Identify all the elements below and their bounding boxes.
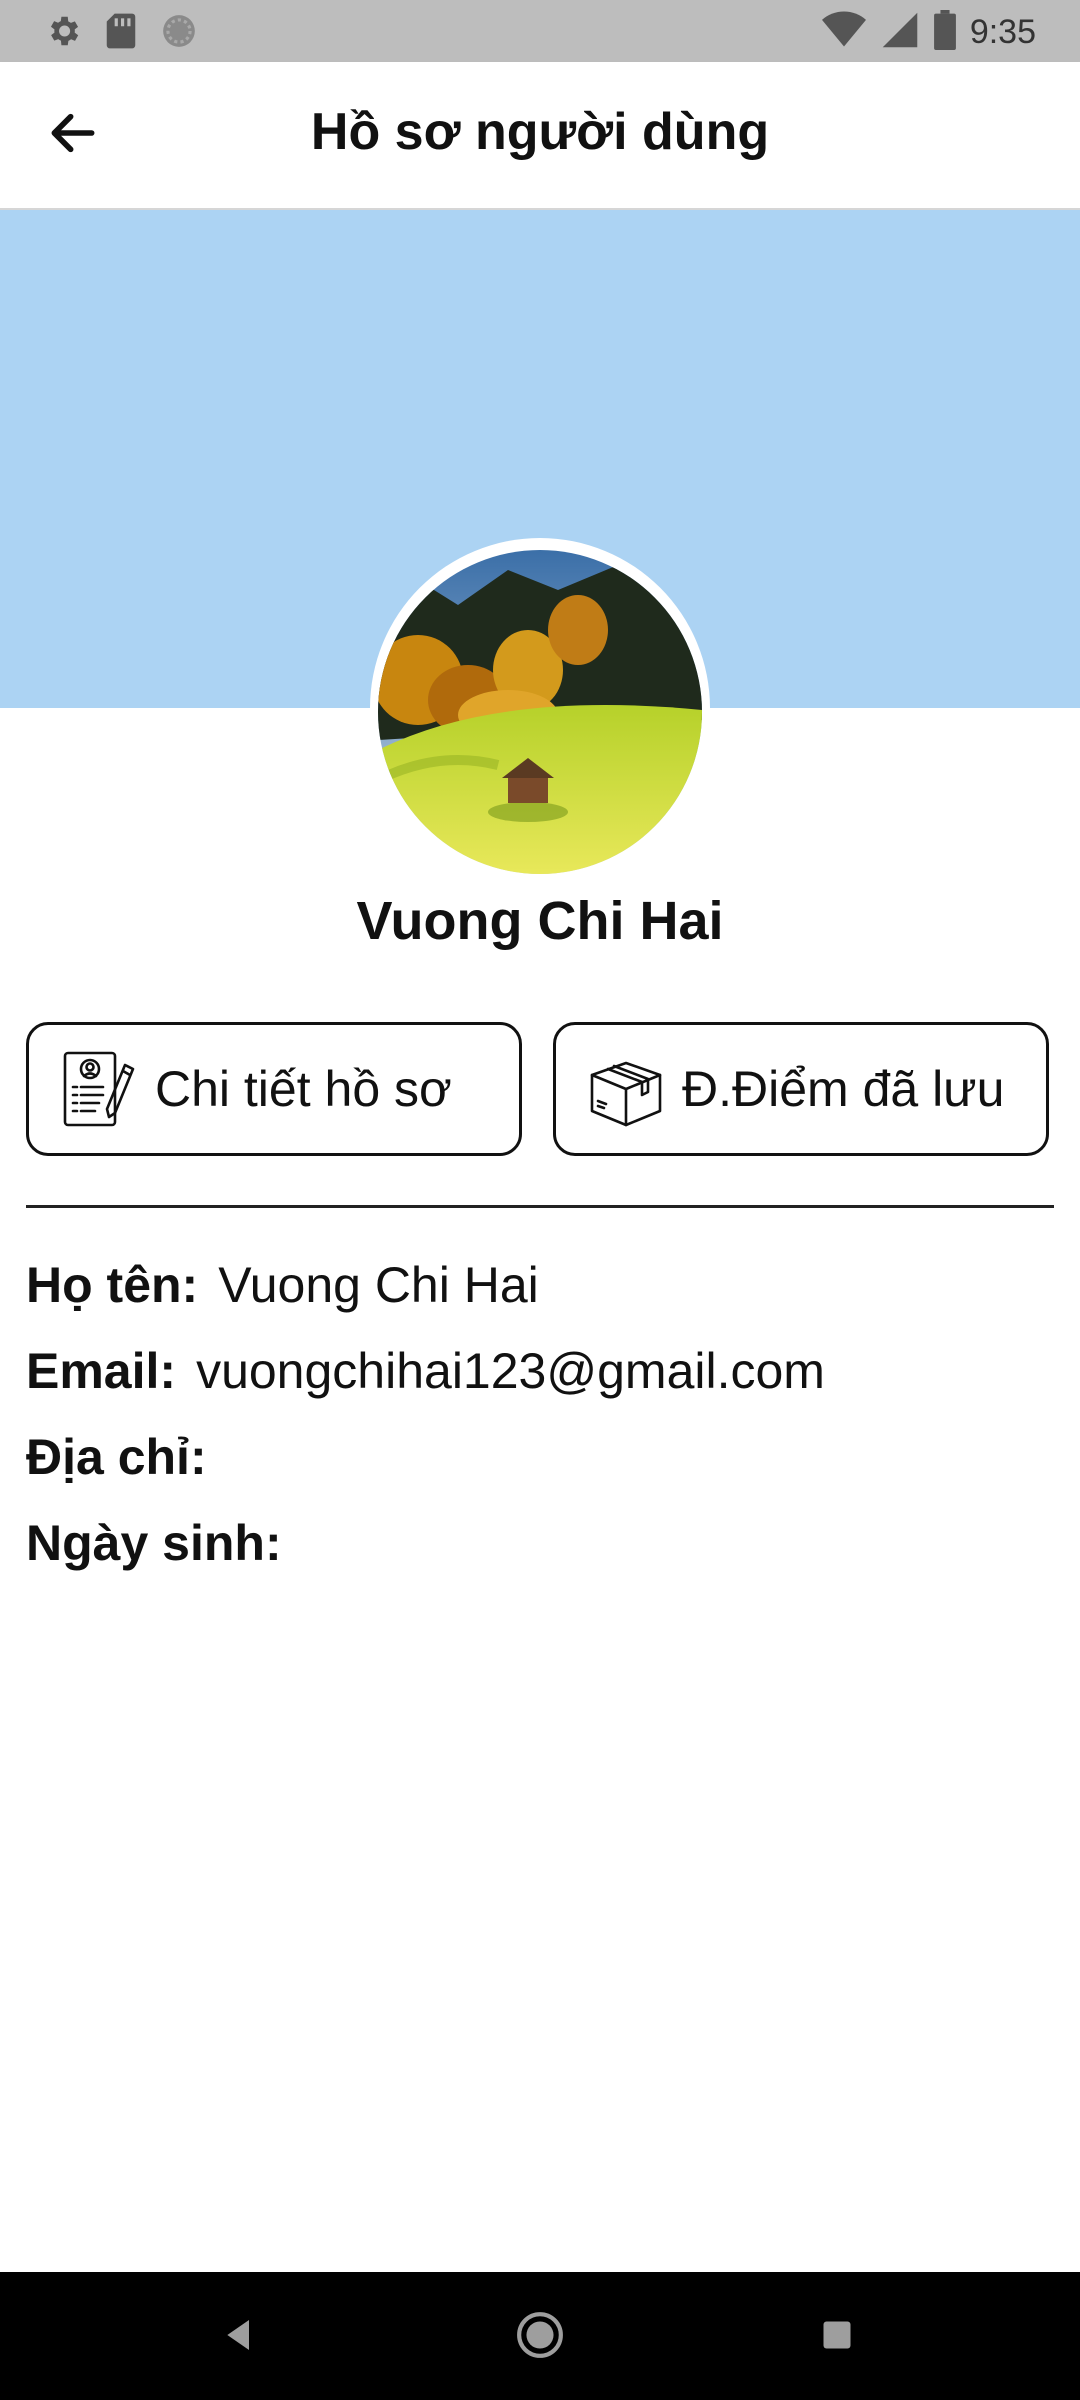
home-circle-icon bbox=[515, 2310, 565, 2365]
dob-label: Ngày sinh: bbox=[26, 1515, 282, 1571]
settings-icon bbox=[44, 12, 82, 55]
status-bar: 9:35 bbox=[0, 0, 1080, 62]
profile-detail-label: Chi tiết hồ sơ bbox=[155, 1061, 452, 1117]
name-value: Vuong Chi Hai bbox=[218, 1257, 539, 1313]
avatar[interactable] bbox=[378, 550, 702, 874]
status-time: 9:35 bbox=[969, 13, 1036, 51]
circle-icon bbox=[160, 12, 198, 55]
info-row-name: Họ tên: Vuong Chi Hai bbox=[26, 1256, 539, 1314]
app-bar: Hồ sơ người dùng bbox=[0, 62, 1080, 210]
email-value: vuongchihai123@gmail.com bbox=[196, 1343, 825, 1399]
address-label: Địa chỉ: bbox=[26, 1429, 207, 1485]
sd-card-icon bbox=[104, 12, 138, 55]
page-title: Hồ sơ người dùng bbox=[310, 103, 770, 161]
email-label: Email: bbox=[26, 1343, 177, 1399]
box-icon bbox=[586, 1049, 666, 1129]
battery-icon bbox=[933, 10, 956, 55]
nav-recents-button[interactable] bbox=[802, 2302, 872, 2372]
info-row-address: Địa chỉ: bbox=[26, 1428, 227, 1486]
user-name: Vuong Chi Hai bbox=[356, 891, 724, 951]
nav-back-button[interactable] bbox=[204, 2302, 274, 2372]
wifi-icon bbox=[821, 11, 866, 54]
profile-document-icon bbox=[59, 1049, 139, 1129]
info-row-email: Email: vuongchihai123@gmail.com bbox=[26, 1342, 825, 1400]
profile-detail-button[interactable]: Chi tiết hồ sơ bbox=[26, 1022, 522, 1156]
info-row-dob: Ngày sinh: bbox=[26, 1514, 302, 1572]
divider bbox=[26, 1205, 1054, 1208]
recents-square-icon bbox=[819, 2317, 855, 2358]
nav-home-button[interactable] bbox=[505, 2302, 575, 2372]
saved-places-button[interactable]: Đ.Điểm đã lưu bbox=[553, 1022, 1049, 1156]
name-label: Họ tên: bbox=[26, 1257, 199, 1313]
saved-places-label: Đ.Điểm đã lưu bbox=[682, 1061, 1005, 1117]
system-nav-bar bbox=[0, 2272, 1080, 2400]
back-triangle-icon bbox=[219, 2315, 259, 2360]
signal-icon bbox=[880, 11, 920, 54]
